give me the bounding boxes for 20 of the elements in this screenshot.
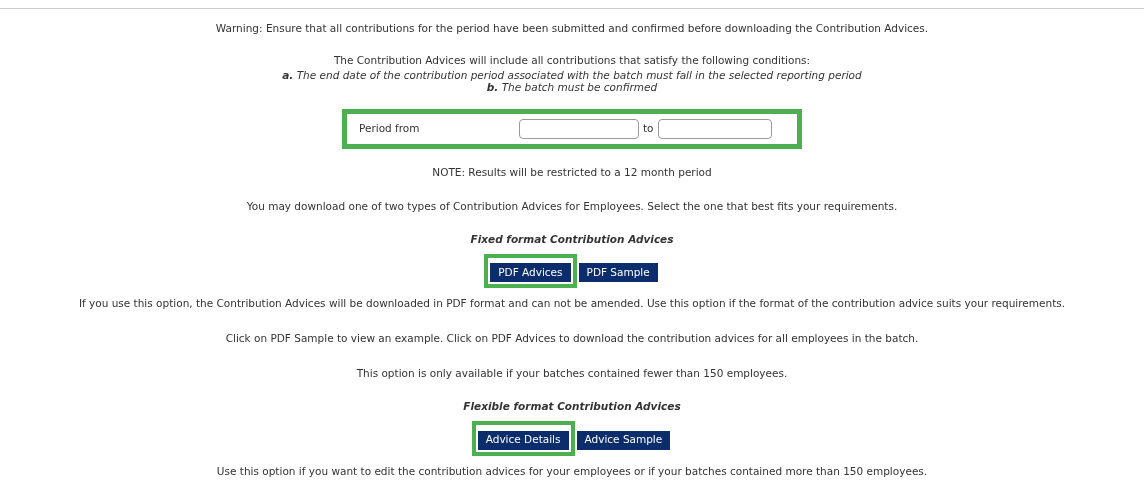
intro-text: You may download one of two types of Contribution Advices for Employees. Select the one that best fits your requirements.: [246, 199, 898, 215]
period-label: Period from: [359, 120, 421, 136]
to-label: to: [642, 120, 655, 136]
conditions-intro: The Contribution Advices will include all contributions that satisfy the following conditions:: [333, 52, 811, 68]
info-text: Use this option if you want to edit the contribution advices for your employees or if your batches contained more than 150 employees.: [216, 463, 928, 479]
info-text: This option is only available if your batches contained fewer than 150 employees.: [356, 365, 788, 381]
info-text: If you use this option, the Contribution Advices will be downloaded in PDF format and can not be amended. Use this option if the format of the contribution advice suits your requirements.: [78, 296, 1066, 312]
condition-text: a. The end date of the contribution period associated with the batch must fall in the selected reporting period: [282, 68, 862, 81]
action-button[interactable]: Advice Details: [476, 429, 570, 451]
section-heading: Fixed format Contribution Advices: [470, 232, 674, 247]
section-heading: Flexible format Contribution Advices: [463, 399, 681, 415]
action-button[interactable]: Advice Sample: [575, 429, 672, 451]
info-text: Click on PDF Sample to view an example. Click on PDF Advices to download the contribution advices for all employees in the batch.: [225, 330, 919, 346]
warning-text: Warning: Ensure that all contributions for the period have been submitted and confirmed before downloading the Contribution Advices.: [215, 21, 929, 36]
action-button[interactable]: PDF Sample: [577, 262, 659, 284]
note-text: NOTE: Results will be restricted to a 12 month period: [432, 164, 712, 180]
condition-text: b. The batch must be confirmed: [486, 80, 658, 93]
action-button[interactable]: PDF Advices: [489, 262, 572, 284]
period-from-field[interactable]: [519, 118, 639, 139]
period-to-field[interactable]: [657, 118, 772, 139]
